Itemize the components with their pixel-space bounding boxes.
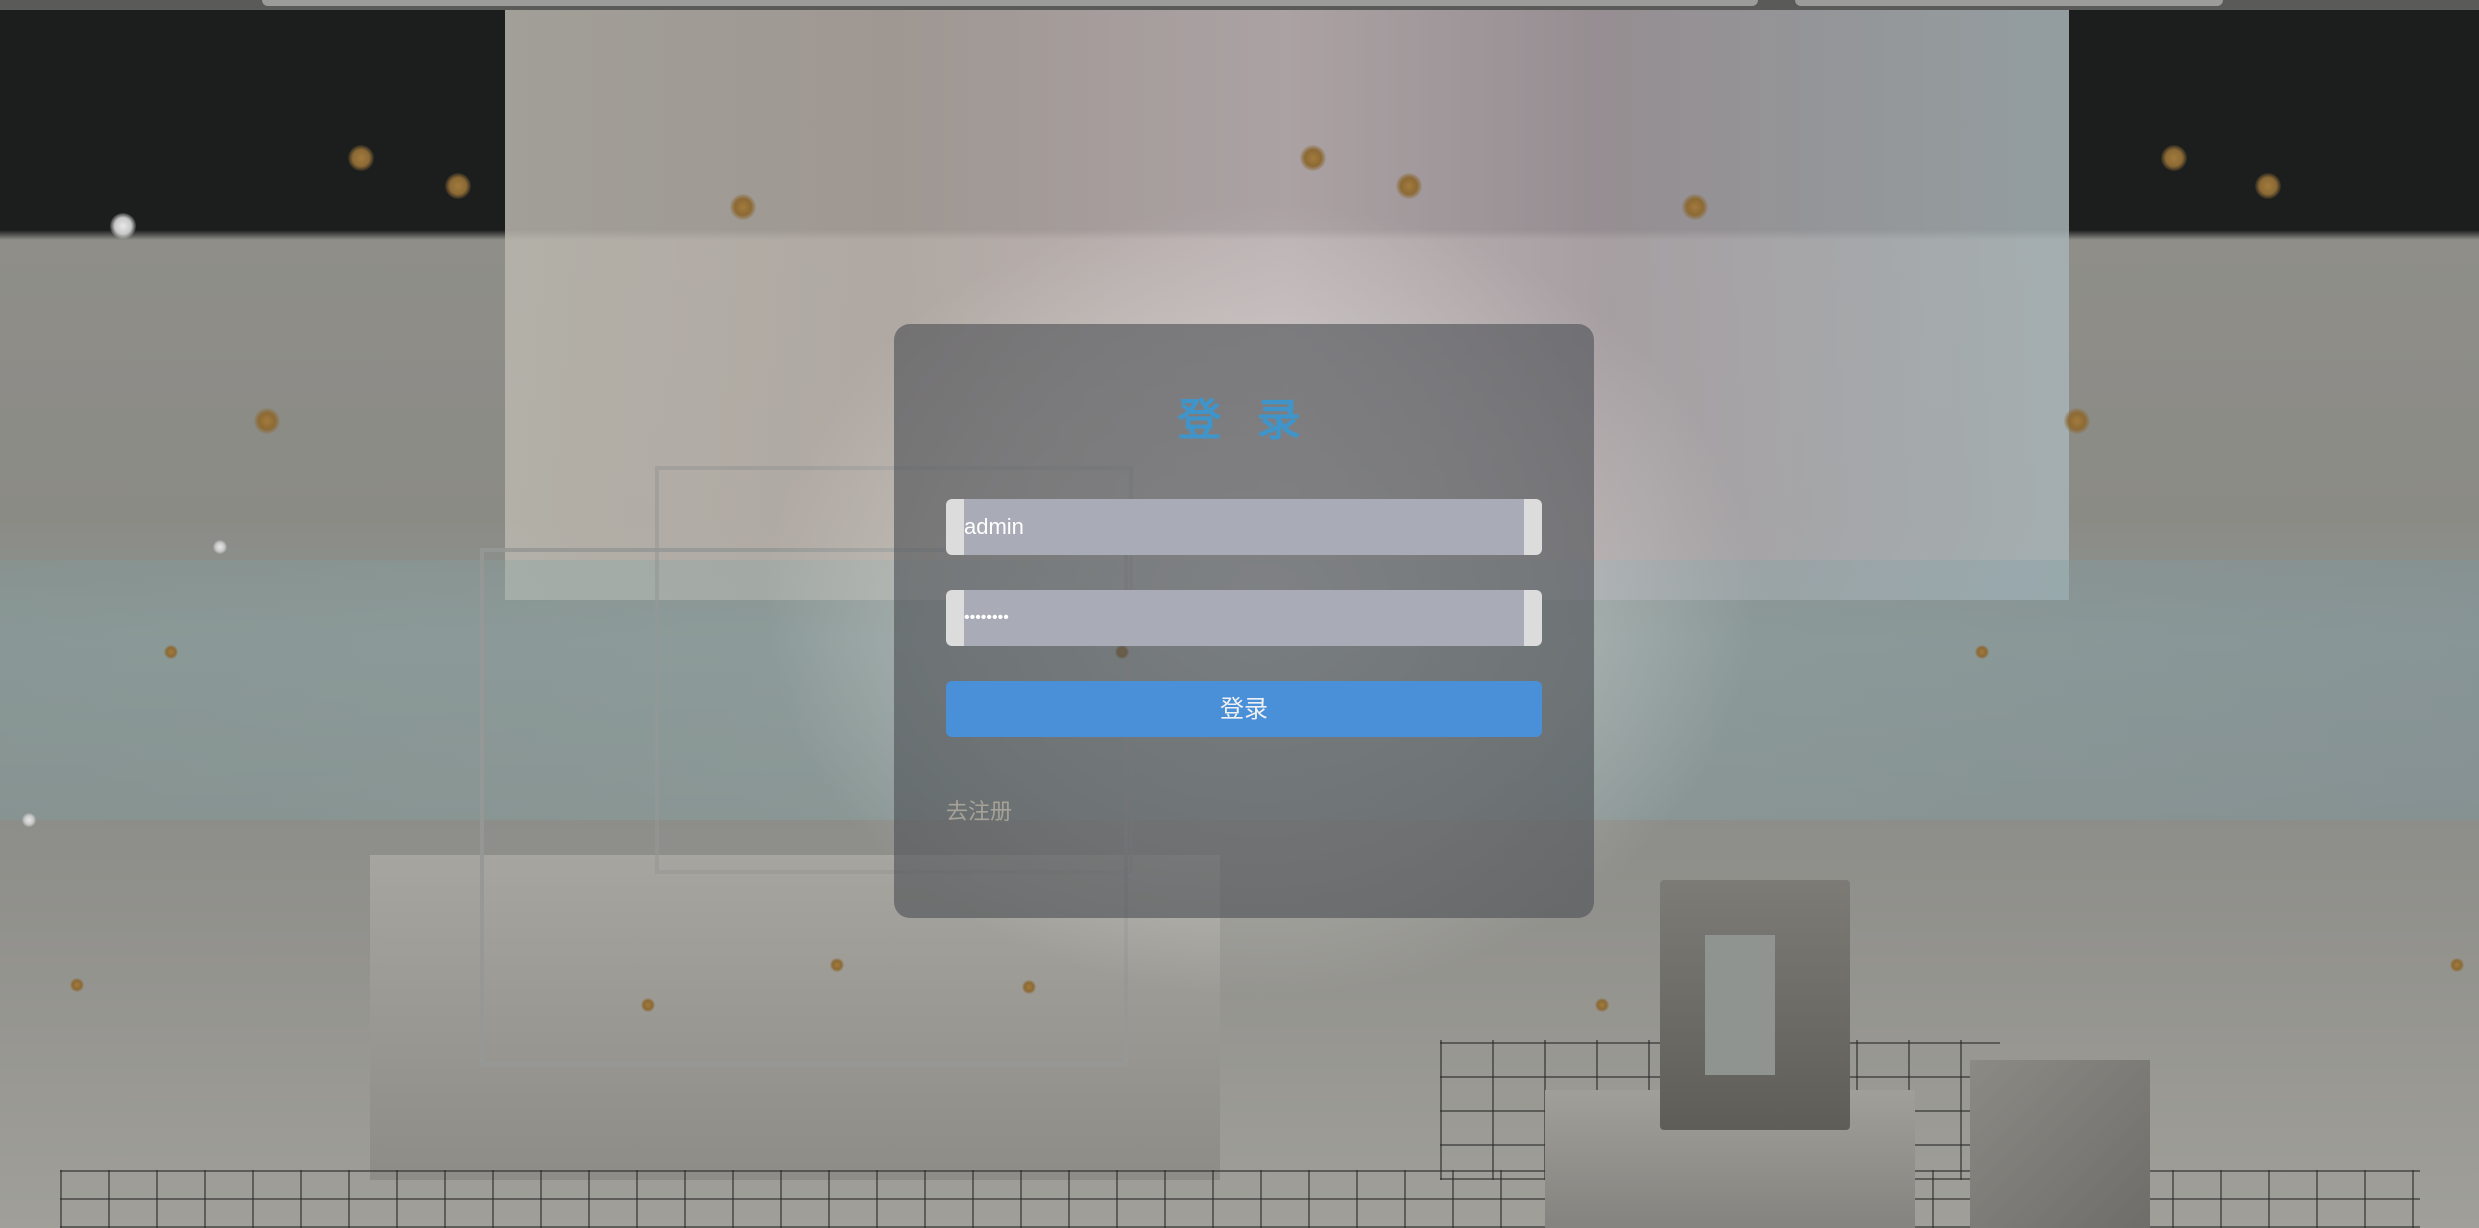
password-value: ••••••••: [964, 609, 1009, 626]
top-bar-segment: [262, 0, 1758, 6]
login-title: 登 录: [1177, 395, 1311, 446]
light-dot: [1022, 980, 1036, 994]
top-bar-segment: [1795, 0, 2223, 6]
light-dot: [254, 408, 280, 434]
light-dot: [730, 194, 756, 220]
light-dot: [2161, 145, 2187, 171]
light-dot: [2255, 173, 2281, 199]
light-dot: [1300, 145, 1326, 171]
metal-cube: [1970, 1060, 2150, 1228]
light-dot: [2450, 958, 2464, 972]
username-input[interactable]: admin: [946, 499, 1542, 555]
light-dot-white: [22, 813, 36, 827]
light-dot: [70, 978, 84, 992]
light-dot: [1975, 645, 1989, 659]
login-button[interactable]: 登录: [946, 681, 1542, 737]
username-value: admin: [964, 514, 1024, 539]
light-dot: [1682, 194, 1708, 220]
light-dot-white: [110, 213, 136, 239]
light-dot: [164, 645, 178, 659]
light-dot: [1595, 998, 1609, 1012]
background-scene: 登 录 admin •••••••• 登录 去注册: [0, 0, 2479, 1228]
light-dot-white: [213, 540, 227, 554]
password-input[interactable]: ••••••••: [946, 590, 1542, 646]
light-dot: [445, 173, 471, 199]
light-dot: [1396, 173, 1422, 199]
light-dot: [2064, 408, 2090, 434]
register-link[interactable]: 去注册: [946, 794, 1012, 826]
light-dot: [830, 958, 844, 972]
light-dot: [348, 145, 374, 171]
light-dot: [641, 998, 655, 1012]
login-card: 登 录 admin •••••••• 登录 去注册: [894, 324, 1594, 918]
